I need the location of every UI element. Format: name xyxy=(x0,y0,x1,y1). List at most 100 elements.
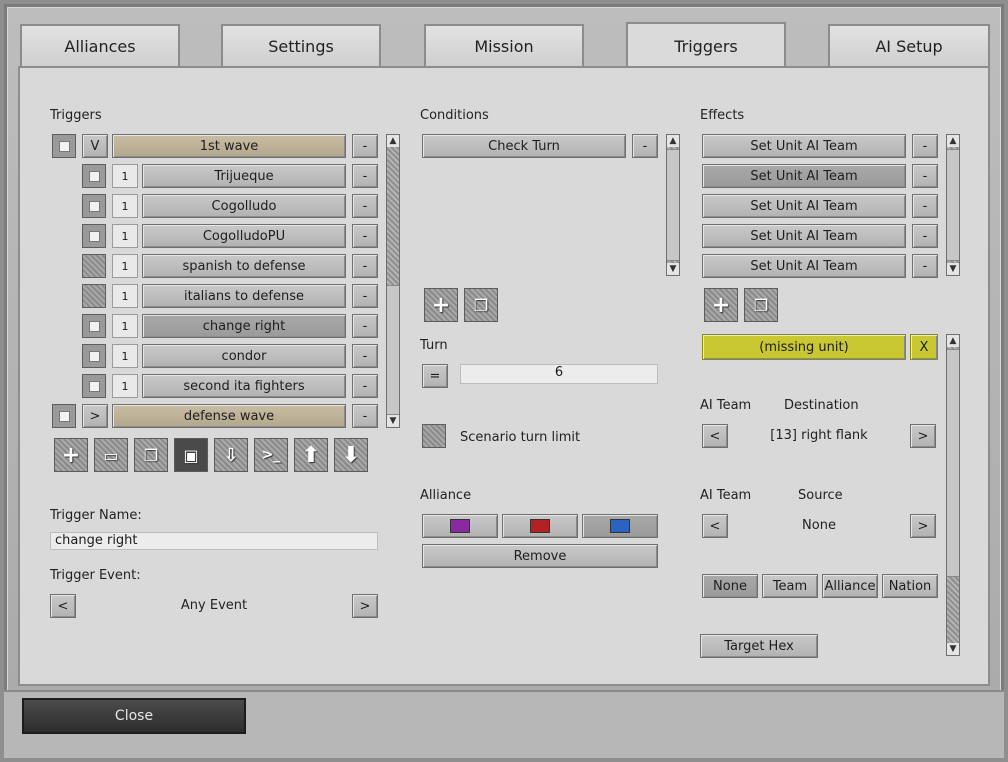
expand-toggle[interactable]: V xyxy=(82,134,108,158)
remove-button[interactable]: - xyxy=(352,194,378,218)
scroll-thumb[interactable] xyxy=(387,285,399,415)
effect-item-selected[interactable]: Set Unit AI Team xyxy=(702,164,906,188)
remove-button[interactable]: - xyxy=(912,134,938,158)
alliance-red-button[interactable] xyxy=(502,514,578,538)
add-icon[interactable]: + xyxy=(704,288,738,322)
expand-toggle[interactable]: > xyxy=(82,404,108,428)
scroll-thumb[interactable] xyxy=(667,149,679,261)
trigger-checkbox[interactable] xyxy=(82,374,106,398)
turn-operator-button[interactable]: = xyxy=(422,364,448,388)
console-icon[interactable]: >_ xyxy=(254,438,288,472)
scroll-down-icon[interactable]: ▼ xyxy=(947,643,959,655)
save-icon[interactable]: ▣ xyxy=(174,438,208,472)
scroll-up-icon[interactable]: ▲ xyxy=(947,135,959,147)
remove-button[interactable]: - xyxy=(912,254,938,278)
filter-none-button[interactable]: None xyxy=(702,574,758,598)
tab-settings[interactable]: Settings xyxy=(221,24,381,66)
trigger-count: 1 xyxy=(112,194,138,218)
remove-button[interactable]: - xyxy=(352,374,378,398)
trigger-item[interactable]: spanish to defense xyxy=(142,254,346,278)
remove-button[interactable]: - xyxy=(352,404,378,428)
filter-alliance-button[interactable]: Alliance xyxy=(822,574,878,598)
folder-icon[interactable]: ▭ xyxy=(94,438,128,472)
remove-alliance-button[interactable]: Remove xyxy=(422,544,658,568)
event-prev-button[interactable]: < xyxy=(50,594,76,618)
trigger-item[interactable]: CogolludoPU xyxy=(142,224,346,248)
trigger-item-selected[interactable]: change right xyxy=(142,314,346,338)
trigger-item[interactable]: Cogolludo xyxy=(142,194,346,218)
triggers-scrollbar[interactable]: ▲ ▼ xyxy=(386,134,400,428)
tab-triggers[interactable]: Triggers xyxy=(626,22,786,68)
group-checkbox[interactable] xyxy=(52,134,76,158)
move-up-icon[interactable]: ⬆ xyxy=(294,438,328,472)
scroll-down-icon[interactable]: ▼ xyxy=(387,415,399,427)
remove-button[interactable]: - xyxy=(352,164,378,188)
tab-mission[interactable]: Mission xyxy=(424,24,584,66)
copy-icon[interactable]: ❐ xyxy=(464,288,498,322)
scroll-thumb[interactable] xyxy=(947,349,959,577)
remove-button[interactable]: - xyxy=(352,134,378,158)
remove-button[interactable]: - xyxy=(352,224,378,248)
alliance-blue-button[interactable] xyxy=(582,514,658,538)
trigger-checkbox[interactable] xyxy=(82,284,106,308)
group-checkbox[interactable] xyxy=(52,404,76,428)
copy-icon[interactable]: ❐ xyxy=(134,438,168,472)
import-icon[interactable]: ⇩ xyxy=(214,438,248,472)
trigger-checkbox[interactable] xyxy=(82,254,106,278)
conditions-scrollbar[interactable]: ▲ ▼ xyxy=(666,134,680,276)
trigger-checkbox[interactable] xyxy=(82,194,106,218)
effect-item[interactable]: Set Unit AI Team xyxy=(702,254,906,278)
trigger-group-defense-wave[interactable]: defense wave xyxy=(112,404,346,428)
remove-button[interactable]: - xyxy=(352,344,378,368)
tab-alliances[interactable]: Alliances xyxy=(20,24,180,66)
close-button[interactable]: Close xyxy=(22,698,246,734)
source-prev-button[interactable]: < xyxy=(702,514,728,538)
filter-team-button[interactable]: Team xyxy=(762,574,818,598)
remove-button[interactable]: - xyxy=(912,194,938,218)
event-next-button[interactable]: > xyxy=(352,594,378,618)
remove-button[interactable]: - xyxy=(352,314,378,338)
effect-detail-scrollbar[interactable]: ▲ ▼ xyxy=(946,334,960,656)
scroll-up-icon[interactable]: ▲ xyxy=(667,135,679,147)
move-down-icon[interactable]: ⬇ xyxy=(334,438,368,472)
effect-item[interactable]: Set Unit AI Team xyxy=(702,194,906,218)
destination-next-button[interactable]: > xyxy=(910,424,936,448)
add-icon[interactable]: + xyxy=(424,288,458,322)
scroll-down-icon[interactable]: ▼ xyxy=(947,263,959,275)
effect-item[interactable]: Set Unit AI Team xyxy=(702,134,906,158)
scroll-thumb[interactable] xyxy=(947,149,959,261)
trigger-checkbox[interactable] xyxy=(82,344,106,368)
trigger-item[interactable]: italians to defense xyxy=(142,284,346,308)
tab-ai-setup[interactable]: AI Setup xyxy=(828,24,990,66)
target-hex-button[interactable]: Target Hex xyxy=(700,634,818,658)
scroll-up-icon[interactable]: ▲ xyxy=(947,335,959,347)
trigger-item[interactable]: Trijueque xyxy=(142,164,346,188)
remove-button[interactable]: - xyxy=(632,134,658,158)
copy-icon[interactable]: ❐ xyxy=(744,288,778,322)
effect-item[interactable]: Set Unit AI Team xyxy=(702,224,906,248)
remove-button[interactable]: - xyxy=(912,224,938,248)
source-next-button[interactable]: > xyxy=(910,514,936,538)
remove-button[interactable]: - xyxy=(352,254,378,278)
trigger-item[interactable]: condor xyxy=(142,344,346,368)
unit-clear-button[interactable]: X xyxy=(910,334,938,360)
trigger-item[interactable]: second ita fighters xyxy=(142,374,346,398)
trigger-checkbox[interactable] xyxy=(82,314,106,338)
trigger-name-input[interactable]: change right xyxy=(50,532,378,550)
scroll-down-icon[interactable]: ▼ xyxy=(667,263,679,275)
remove-button[interactable]: - xyxy=(912,164,938,188)
effects-scrollbar[interactable]: ▲ ▼ xyxy=(946,134,960,276)
remove-button[interactable]: - xyxy=(352,284,378,308)
turn-value-input[interactable]: 6 xyxy=(460,364,658,384)
scroll-up-icon[interactable]: ▲ xyxy=(387,135,399,147)
filter-nation-button[interactable]: Nation xyxy=(882,574,938,598)
condition-item[interactable]: Check Turn xyxy=(422,134,626,158)
trigger-group-1st-wave[interactable]: 1st wave xyxy=(112,134,346,158)
trigger-checkbox[interactable] xyxy=(82,164,106,188)
scenario-limit-checkbox[interactable] xyxy=(422,424,446,448)
trigger-checkbox[interactable] xyxy=(82,224,106,248)
destination-prev-button[interactable]: < xyxy=(702,424,728,448)
unit-selector-button[interactable]: (missing unit) xyxy=(702,334,906,360)
add-icon[interactable]: + xyxy=(54,438,88,472)
alliance-purple-button[interactable] xyxy=(422,514,498,538)
